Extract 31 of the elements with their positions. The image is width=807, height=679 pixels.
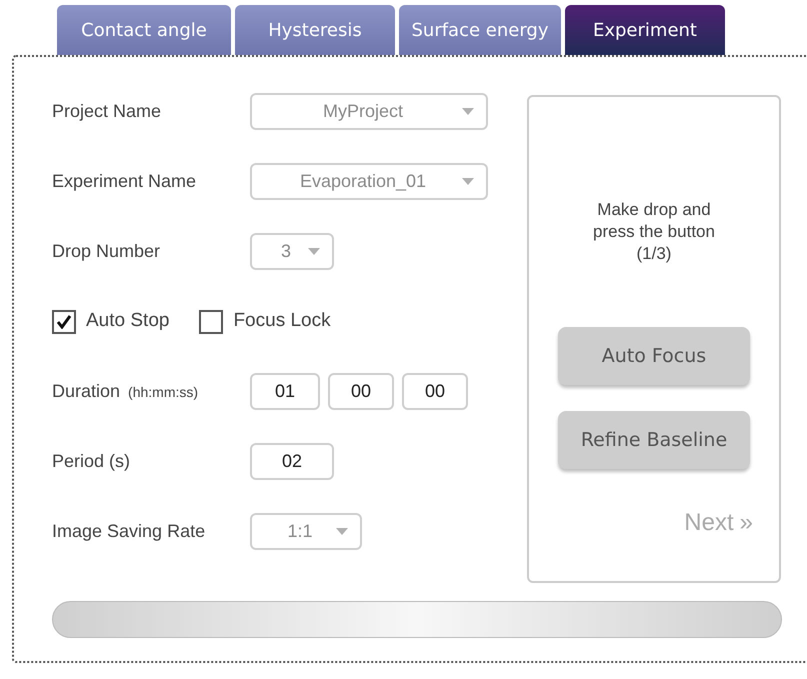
dropdown[interactable]: MyProject <box>250 93 488 130</box>
input-field[interactable]: 00 <box>328 373 394 410</box>
format-hint: (hh:mm:ss) <box>128 383 198 402</box>
field-label: Image Saving Rate <box>52 520 206 543</box>
dropdown-caret-icon <box>308 248 320 255</box>
input-field[interactable]: 02 <box>250 443 334 480</box>
dropdown-caret-icon <box>336 528 348 535</box>
tab[interactable]: Surface energy <box>399 5 561 55</box>
checkbox-label: Auto Stop <box>86 309 170 334</box>
checkbox[interactable] <box>199 310 224 334</box>
tab[interactable]: Hysteresis <box>235 5 395 55</box>
dropdown-caret-icon <box>462 178 474 185</box>
dropdown[interactable]: 1:1 <box>250 513 362 550</box>
field-label: Duration <box>52 380 120 403</box>
action-button[interactable]: Auto Focus <box>558 327 750 385</box>
tab[interactable]: Experiment <box>565 5 725 55</box>
dropdown[interactable]: 3 <box>250 233 334 270</box>
field-label: Drop Number <box>52 240 162 263</box>
input-field[interactable]: 01 <box>250 373 320 410</box>
instructions-text: Make drop and press the button (1/3) <box>592 199 716 265</box>
action-button[interactable]: Refine Baseline <box>558 411 750 469</box>
field-label: Project Name <box>52 100 162 123</box>
checkbox[interactable] <box>52 310 76 334</box>
field-label: Experiment Name <box>52 170 198 193</box>
field-label: Period (s) <box>52 450 132 473</box>
dropdown[interactable]: Evaporation_01 <box>250 163 488 200</box>
checkmark-icon <box>56 314 72 328</box>
input-field[interactable]: 00 <box>402 373 468 410</box>
checkbox-label: Focus Lock <box>233 309 331 334</box>
tab[interactable]: Contact angle <box>57 5 231 55</box>
dropdown-caret-icon <box>462 108 474 115</box>
